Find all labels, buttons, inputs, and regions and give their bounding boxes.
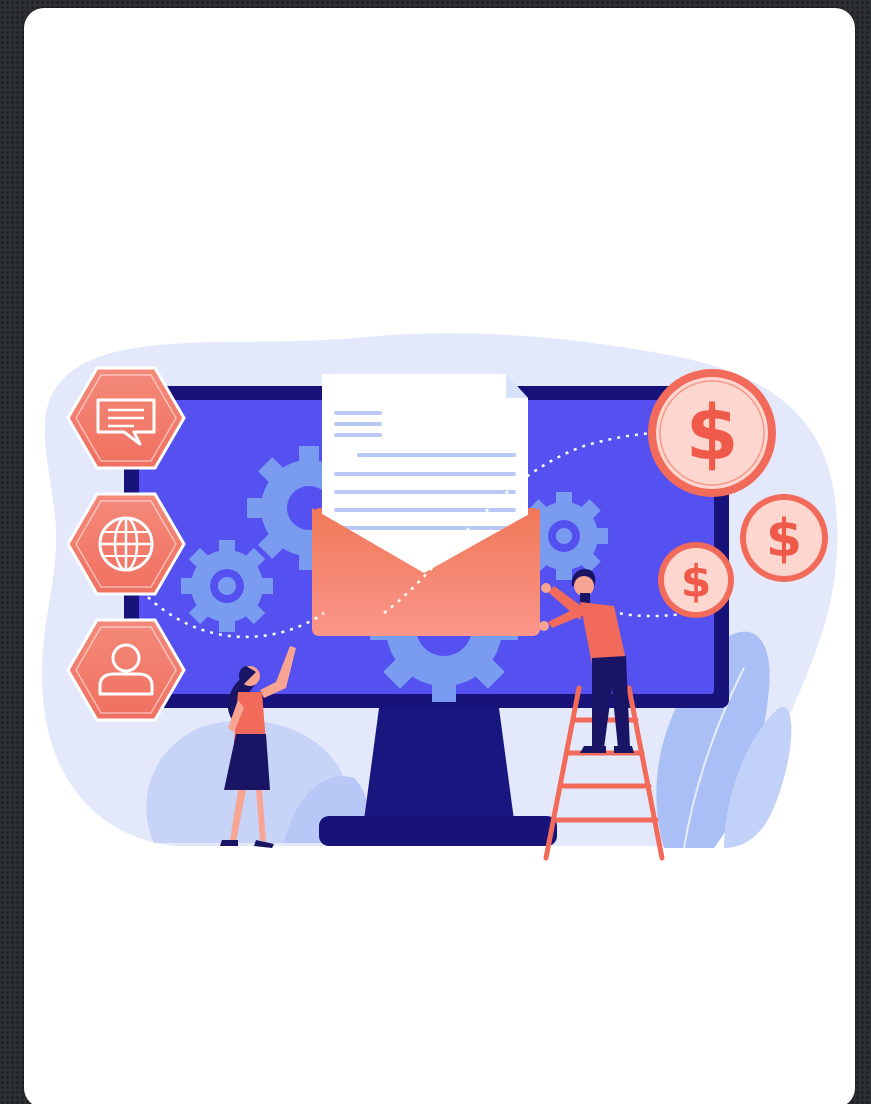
- svg-text:$: $: [681, 556, 712, 607]
- monitor-stand: [364, 708, 514, 820]
- dollar-coin-icon: $: [658, 542, 734, 618]
- gear-icon: [181, 540, 273, 632]
- illustration-card: $ $ $: [24, 8, 855, 1104]
- dollar-coin-icon: $: [648, 369, 776, 497]
- svg-text:$: $: [766, 509, 802, 569]
- dollar-coin-icon: $: [740, 494, 828, 582]
- email-marketing-illustration: $ $ $: [41, 333, 838, 861]
- envelope-icon: [312, 374, 540, 636]
- svg-text:$: $: [686, 388, 739, 477]
- monitor-base: [319, 816, 557, 846]
